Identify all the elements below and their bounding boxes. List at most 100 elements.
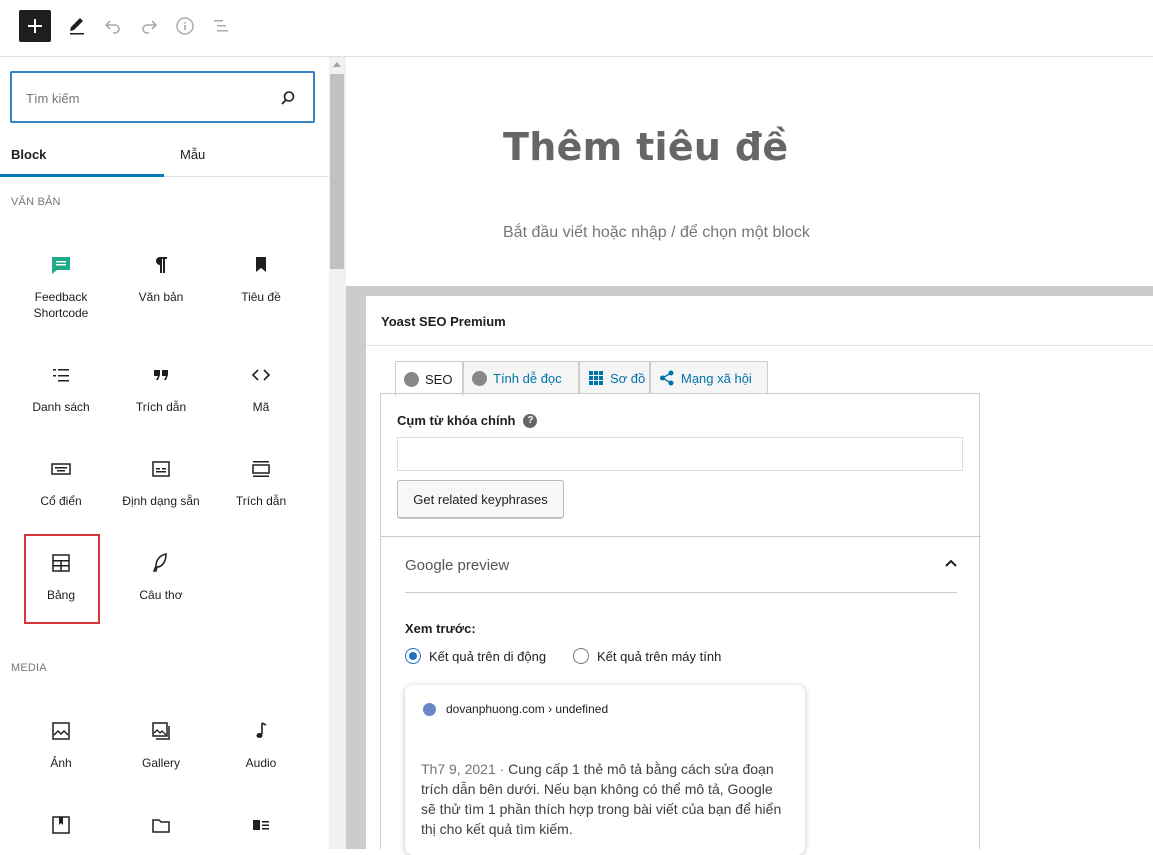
preformatted-icon xyxy=(152,461,170,477)
redo-button[interactable] xyxy=(133,10,165,42)
serp-date: Th7 9, 2021 · xyxy=(421,761,505,777)
block-media-text[interactable] xyxy=(211,813,311,849)
yoast-metabox-header[interactable]: Yoast SEO Premium xyxy=(366,296,1153,346)
block-cover[interactable] xyxy=(11,813,111,849)
share-icon xyxy=(660,370,674,386)
pullquote-icon xyxy=(252,461,270,477)
grid-icon xyxy=(589,371,603,385)
seo-panel: Cụm từ khóa chính ? Get related keyphras… xyxy=(380,393,981,855)
chevron-up-icon[interactable] xyxy=(944,557,958,571)
code-icon xyxy=(251,369,271,381)
add-block-button[interactable] xyxy=(19,10,51,42)
block-label: Định dạng sẵn xyxy=(122,494,200,508)
plus-icon xyxy=(28,19,42,33)
tab-schema-label: Sơ đồ xyxy=(610,370,646,386)
list-view-icon xyxy=(214,20,228,32)
feedback-icon xyxy=(52,257,70,274)
tools-button[interactable] xyxy=(61,10,93,42)
redo-icon xyxy=(142,20,158,34)
seo-score-dot-icon xyxy=(404,371,419,387)
block-label: Cổ điển xyxy=(40,494,82,508)
block-feedback-shortcode[interactable]: Feedback Shortcode xyxy=(11,253,111,321)
block-pullquote[interactable]: Trích dẫn xyxy=(211,457,311,509)
block-appender[interactable]: Bắt đầu viết hoặc nhập / để chọn một blo… xyxy=(503,224,810,242)
tab-seo-label: SEO xyxy=(425,371,453,387)
radio-mobile[interactable]: Kết quả trên di động xyxy=(405,648,546,664)
list-icon xyxy=(53,369,69,382)
get-related-keyphrases-button[interactable]: Get related keyphrases xyxy=(397,480,564,518)
google-serp-preview: dovanphuong.com › undefined Th7 9, 2021 … xyxy=(405,685,805,855)
block-verse[interactable]: Câu thơ xyxy=(111,551,211,603)
scroll-thumb[interactable] xyxy=(330,74,344,269)
tab-seo[interactable]: SEO xyxy=(395,361,463,396)
block-label: Câu thơ xyxy=(139,588,183,602)
gallery-icon xyxy=(152,722,170,740)
block-code[interactable]: Mã xyxy=(211,363,311,415)
pencil-icon xyxy=(70,18,84,35)
radio-mobile-button[interactable] xyxy=(405,648,421,664)
inserter-tabs: Block Mẫu xyxy=(0,137,329,177)
focus-keyphrase-label: Cụm từ khóa chính ? xyxy=(397,413,538,428)
block-label: Ảnh xyxy=(50,756,72,770)
undo-button[interactable] xyxy=(97,10,129,42)
category-text-heading: Văn bản xyxy=(11,196,61,208)
block-audio[interactable]: Audio xyxy=(211,719,311,771)
quote-icon xyxy=(154,370,168,380)
editor-canvas: Thêm tiêu đề Bắt đầu viết hoặc nhập / để… xyxy=(346,57,1153,855)
verse-icon xyxy=(152,553,167,572)
paragraph-icon xyxy=(156,257,167,273)
radio-desktop[interactable]: Kết quả trên máy tính xyxy=(573,648,721,664)
inserter-scrollbar[interactable] xyxy=(329,57,346,849)
help-icon[interactable]: ? xyxy=(523,413,538,428)
block-label: Tiêu đề xyxy=(241,290,281,304)
block-label: Danh sách xyxy=(32,400,90,414)
audio-icon xyxy=(256,722,267,738)
tab-block[interactable]: Block xyxy=(0,137,164,177)
list-view-button[interactable] xyxy=(205,10,237,42)
serp-url: dovanphuong.com › undefined xyxy=(423,702,608,716)
tab-social[interactable]: Mạng xã hội xyxy=(650,361,768,394)
tab-readability[interactable]: Tính dễ đọc xyxy=(463,361,579,394)
cover-icon xyxy=(52,816,70,834)
serp-url-text: dovanphuong.com › undefined xyxy=(446,702,609,716)
scroll-up-arrow-icon[interactable] xyxy=(333,62,341,67)
undo-icon xyxy=(104,20,120,34)
yoast-metabox-title: Yoast SEO Premium xyxy=(381,314,506,329)
block-image[interactable]: Ảnh xyxy=(11,719,111,771)
search-icon xyxy=(281,91,295,105)
section-divider xyxy=(381,536,981,537)
radio-mobile-label: Kết quả trên di động xyxy=(429,648,547,664)
block-gallery[interactable]: Gallery xyxy=(111,719,211,771)
tab-schema[interactable]: Sơ đồ xyxy=(579,361,650,394)
block-label: Trích dẫn xyxy=(135,400,187,414)
post-title[interactable]: Thêm tiêu đề xyxy=(503,125,788,169)
serp-description: Th7 9, 2021 · Cung cấp 1 thẻ mô tả bằng … xyxy=(421,759,791,839)
image-icon xyxy=(52,722,70,740)
block-label: Trích dẫn xyxy=(235,494,287,508)
block-label: Feedback Shortcode xyxy=(33,290,89,320)
bookmark-icon xyxy=(256,257,266,272)
block-preformatted[interactable]: Định dạng sẵn xyxy=(111,457,211,509)
preview-mode-label: Xem trước: xyxy=(405,621,476,636)
block-list[interactable]: Danh sách xyxy=(11,363,111,415)
radio-desktop-button[interactable] xyxy=(573,648,589,664)
details-button[interactable] xyxy=(169,10,201,42)
google-preview-divider xyxy=(405,592,957,593)
search-input[interactable] xyxy=(26,88,266,108)
block-paragraph[interactable]: Văn bản xyxy=(111,253,211,305)
block-label: Audio xyxy=(245,756,277,770)
block-quote[interactable]: Trích dẫn xyxy=(111,363,211,415)
category-media-heading: Media xyxy=(11,662,47,674)
google-preview-heading[interactable]: Google preview xyxy=(405,557,509,574)
block-file[interactable] xyxy=(111,813,211,849)
block-search xyxy=(10,71,315,123)
radio-desktop-label: Kết quả trên máy tính xyxy=(597,648,722,664)
focus-keyphrase-input[interactable] xyxy=(397,437,963,471)
keyboard-icon xyxy=(51,463,71,475)
tab-patterns[interactable]: Mẫu xyxy=(164,137,329,177)
block-classic[interactable]: Cổ điển xyxy=(11,457,111,509)
tab-readability-label: Tính dễ đọc xyxy=(493,370,562,386)
info-icon xyxy=(176,17,194,35)
block-label: Văn bản xyxy=(138,290,184,304)
block-heading[interactable]: Tiêu đề xyxy=(211,253,311,305)
